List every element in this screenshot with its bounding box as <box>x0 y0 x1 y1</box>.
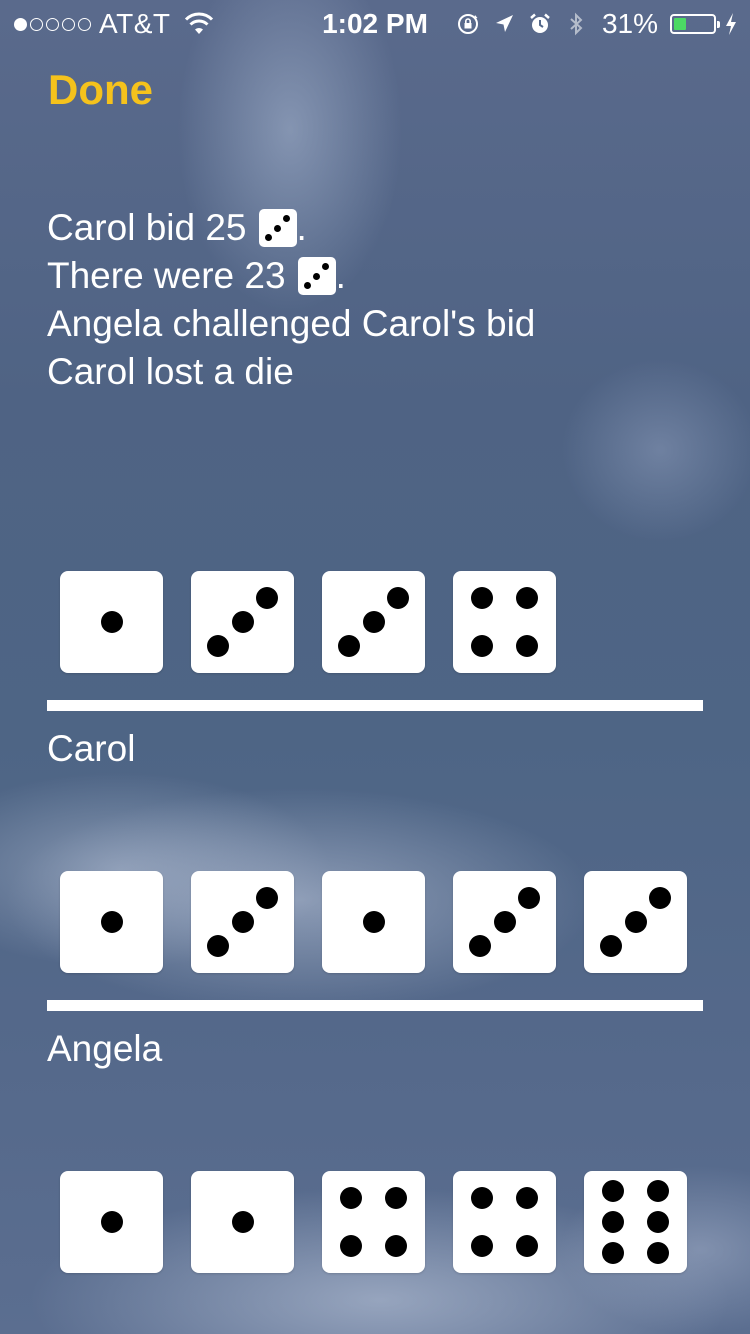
bid-die-face-icon <box>258 209 297 247</box>
die-face-3 <box>322 571 425 673</box>
die-pip <box>264 233 272 241</box>
dice-row-carol <box>60 871 687 973</box>
round-summary: Carol bid 25 . There were 23 . Angela ch… <box>47 204 535 396</box>
battery-cap <box>717 21 720 28</box>
dice-row-angela <box>60 1171 687 1273</box>
bluetooth-icon <box>570 12 583 36</box>
die-pip <box>470 586 493 609</box>
die-face-4 <box>453 1171 556 1273</box>
status-right: 31% <box>456 8 738 40</box>
die-face-4 <box>322 1171 425 1273</box>
die-pip <box>274 224 282 232</box>
die-pip <box>362 911 385 933</box>
die-pip <box>231 611 254 633</box>
die-pip <box>387 586 410 609</box>
die-face-3 <box>453 871 556 973</box>
die-pip <box>601 1241 624 1264</box>
die-face-6 <box>584 1171 687 1273</box>
rotation-lock-icon <box>457 14 478 34</box>
battery-fill <box>674 18 686 30</box>
count-die-face-icon <box>297 257 336 295</box>
die-pip <box>601 1211 624 1233</box>
die-face-3 <box>584 871 687 973</box>
location-arrow-icon <box>495 15 513 32</box>
die-pip <box>649 886 672 909</box>
summary-bid-period: . <box>296 207 307 248</box>
die-pip <box>256 586 279 609</box>
die-pip <box>624 911 647 933</box>
battery-percentage: 31% <box>601 8 658 39</box>
divider <box>47 1000 703 1011</box>
die-pip <box>647 1180 670 1203</box>
summary-count-text: There were 23 <box>47 255 286 296</box>
player-name-angela: Angela <box>47 1028 163 1069</box>
alarm-icon <box>530 13 550 33</box>
die-pip <box>283 215 291 223</box>
die-face-1 <box>60 571 163 673</box>
die-pip <box>601 1180 624 1203</box>
die-pip <box>470 1235 493 1258</box>
die-face-1 <box>191 1171 294 1273</box>
summary-bid-text: Carol bid 25 <box>47 207 247 248</box>
die-face-3 <box>191 571 294 673</box>
divider <box>47 700 703 711</box>
summary-count-line: There were 23 . <box>47 252 535 300</box>
die-pip <box>100 611 123 633</box>
summary-challenge-line: Angela challenged Carol's bid <box>47 303 536 344</box>
die-pip <box>647 1241 670 1264</box>
die-pip <box>231 911 254 933</box>
die-pip <box>339 1186 362 1209</box>
die-face-1 <box>60 1171 163 1273</box>
die-pip <box>647 1211 670 1233</box>
die-pip <box>206 635 229 658</box>
summary-bid-line: Carol bid 25 . <box>47 204 535 252</box>
die-pip <box>599 935 622 958</box>
die-pip <box>303 281 311 289</box>
die-pip <box>362 611 385 633</box>
die-pip <box>470 635 493 658</box>
die-pip <box>231 1211 254 1233</box>
die-pip <box>493 911 516 933</box>
die-pip <box>313 272 321 280</box>
summary-count-period: . <box>335 255 346 296</box>
die-pip <box>468 935 491 958</box>
die-face-4 <box>453 571 556 673</box>
die-pip <box>516 1235 539 1258</box>
die-pip <box>470 1186 493 1209</box>
die-pip <box>518 886 541 909</box>
die-face-1 <box>322 871 425 973</box>
charging-bolt-icon <box>726 13 736 35</box>
player-name-carol: Carol <box>47 728 136 769</box>
die-face-1 <box>60 871 163 973</box>
die-pip <box>337 635 360 658</box>
die-pip <box>256 886 279 909</box>
die-pip <box>516 586 539 609</box>
done-button[interactable]: Done <box>48 66 153 114</box>
battery-icon <box>670 14 720 34</box>
die-pip <box>100 1211 123 1233</box>
die-pip <box>516 635 539 658</box>
status-bar: AT&T 1:02 PM 31% <box>0 0 750 48</box>
die-pip <box>339 1235 362 1258</box>
die-pip <box>322 263 330 271</box>
die-face-3 <box>191 871 294 973</box>
dice-row-bidder-hidden <box>60 571 556 673</box>
die-pip <box>516 1186 539 1209</box>
die-pip <box>385 1235 408 1258</box>
summary-result-line: Carol lost a die <box>47 351 294 392</box>
die-pip <box>100 911 123 933</box>
die-pip <box>206 935 229 958</box>
die-pip <box>385 1186 408 1209</box>
